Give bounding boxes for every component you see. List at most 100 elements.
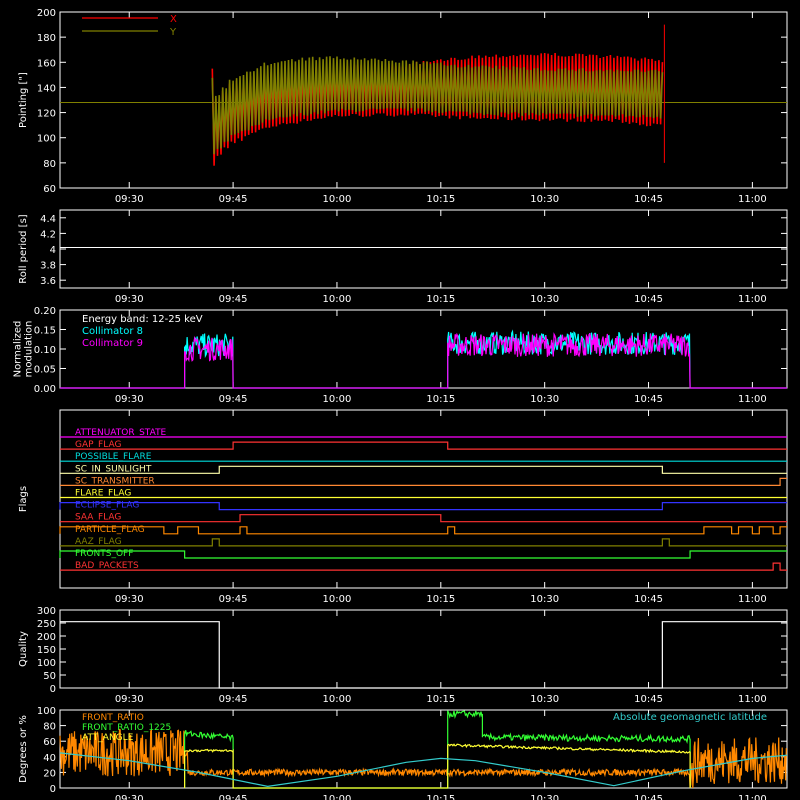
y-tick-label: 60 — [43, 184, 56, 195]
time-tick-label: 09:45 — [219, 594, 248, 605]
y-axis-label: Roll period [s] — [18, 214, 29, 283]
time-tick-label: 10:30 — [530, 194, 559, 205]
y-tick-label: 250 — [37, 619, 56, 630]
y-tick-label: 4.4 — [40, 214, 56, 225]
legend-label: Y — [169, 27, 177, 38]
time-tick-label: 10:45 — [634, 594, 663, 605]
y-tick-label: 0.05 — [34, 365, 56, 376]
flag-line — [59, 526, 787, 535]
time-tick-label: 10:00 — [323, 594, 352, 605]
time-tick-label: 10:30 — [530, 794, 559, 800]
time-tick-label: 10:45 — [634, 794, 663, 800]
y-tick-label: 40 — [43, 753, 56, 764]
flag-label: ATTENUATOR_STATE — [75, 428, 167, 438]
time-tick-label: 10:30 — [530, 694, 559, 705]
flag-label: SC_IN_SUNLIGHT — [75, 464, 152, 474]
time-tick-label: 10:15 — [426, 594, 455, 605]
flag-label: SC_TRANSMITTER — [75, 476, 155, 486]
flag-label: AAZ_FLAG — [75, 537, 122, 547]
y-tick-label: 100 — [37, 134, 56, 145]
legend-label: X — [170, 14, 177, 25]
flag-line — [59, 502, 787, 511]
panel-4: 09:30 09:45 10:00 10:15 10:30 10:45 11:00 Flags… — [18, 409, 788, 605]
legend-label: Collimator 8 — [82, 326, 143, 337]
y-tick-label: 150 — [37, 645, 56, 656]
time-tick-label: 09:45 — [219, 194, 248, 205]
y-tick-label: 0.20 — [34, 306, 56, 317]
quality-line — [60, 621, 787, 689]
y-tick-label: 300 — [37, 606, 56, 617]
time-tick-label: 09:45 — [219, 394, 248, 405]
time-tick-label: 10:45 — [634, 294, 663, 305]
flag-label: FLARE_FLAG — [75, 489, 131, 499]
legend-label: ATT_ANGLE — [82, 733, 134, 743]
y-tick-label: 120 — [37, 109, 56, 120]
y-tick-label: 140 — [37, 83, 56, 94]
legend-label: Collimator 9 — [82, 338, 143, 349]
y-axis-label: Flags — [18, 486, 29, 512]
legend-label: FRONT_RATIO_1225 — [82, 723, 171, 733]
panel-5: 09:30 09:45 10:00 10:15 10:30 10:45 11:00 Quali… — [18, 606, 788, 705]
y-tick-label: 0 — [50, 784, 56, 795]
time-tick-label: 11:00 — [738, 794, 767, 800]
time-tick-label: 11:00 — [738, 694, 767, 705]
time-tick-label: 11:00 — [738, 194, 767, 205]
time-tick-label: 09:30 — [115, 294, 144, 305]
y-tick-label: 0.15 — [34, 326, 56, 337]
time-tick-label: 09:45 — [219, 794, 248, 800]
y-tick-label: 100 — [37, 706, 56, 717]
time-tick-label: 10:15 — [426, 694, 455, 705]
series-line — [184, 743, 691, 789]
time-tick-label: 11:00 — [738, 294, 767, 305]
y-axis-label: Normalized — [13, 321, 24, 378]
flag-label: POSSIBLE_FLARE — [75, 452, 152, 462]
y-tick-label: 4 — [50, 245, 56, 256]
time-tick-label: 10:00 — [323, 794, 352, 800]
flag-line — [60, 465, 787, 474]
flag-line — [60, 538, 787, 547]
panel-frame — [59, 11, 788, 189]
y-tick-label: 0 — [50, 684, 56, 695]
y-axis-label: Pointing ["] — [18, 72, 29, 128]
flag-label: GAP_FLAG — [75, 440, 121, 450]
latitude-annotation: Absolute geomagnetic latitude — [613, 712, 767, 723]
observing-summary-figure: 09:30 09:45 10:00 10:15 10:30 10:45 11:00 Point… — [0, 0, 800, 800]
y-tick-label: 180 — [37, 33, 56, 44]
y-tick-label: 60 — [43, 737, 56, 748]
time-tick-label: 10:30 — [530, 294, 559, 305]
time-tick-label: 09:30 — [115, 794, 144, 800]
flag-line — [60, 477, 787, 486]
time-tick-label: 10:30 — [530, 594, 559, 605]
time-tick-label: 11:00 — [738, 394, 767, 405]
y-axis-label: Degrees or % — [18, 715, 29, 783]
legend-label: FRONT_RATIO — [82, 713, 144, 723]
time-tick-label: 10:00 — [323, 194, 352, 205]
y-tick-label: 20 — [43, 768, 56, 779]
flag-line — [60, 514, 787, 523]
panel-3: 09:30 09:45 10:00 10:15 10:30 10:45 11:00 Norma… — [13, 306, 788, 405]
flag-line — [60, 441, 787, 450]
time-tick-label: 09:30 — [115, 394, 144, 405]
time-tick-label: 10:15 — [426, 194, 455, 205]
flag-label: FRONTS_OFF — [75, 549, 133, 559]
time-tick-label: 09:45 — [219, 694, 248, 705]
y-tick-label: 200 — [37, 8, 56, 19]
time-tick-label: 10:45 — [634, 694, 663, 705]
time-tick-label: 10:30 — [530, 394, 559, 405]
time-tick-label: 11:00 — [738, 594, 767, 605]
y-tick-label: 3.6 — [40, 276, 56, 287]
time-tick-label: 09:45 — [219, 294, 248, 305]
panel-2: 09:30 09:45 10:00 10:15 10:30 10:45 11:00 Roll … — [18, 209, 788, 305]
y-tick-label: 80 — [43, 722, 56, 733]
series-y-line — [211, 56, 664, 155]
y-tick-label: 200 — [37, 632, 56, 643]
y-tick-label: 50 — [43, 671, 56, 682]
flag-label: ECLIPSE_FLAG — [75, 501, 139, 511]
flag-line — [60, 562, 787, 571]
y-tick-label: 3.8 — [40, 261, 56, 272]
y-tick-label: 100 — [37, 658, 56, 669]
time-tick-label: 10:45 — [634, 394, 663, 405]
time-tick-label: 10:45 — [634, 194, 663, 205]
y-axis-label: Quality — [18, 631, 29, 667]
y-tick-label: 4.2 — [40, 229, 56, 240]
